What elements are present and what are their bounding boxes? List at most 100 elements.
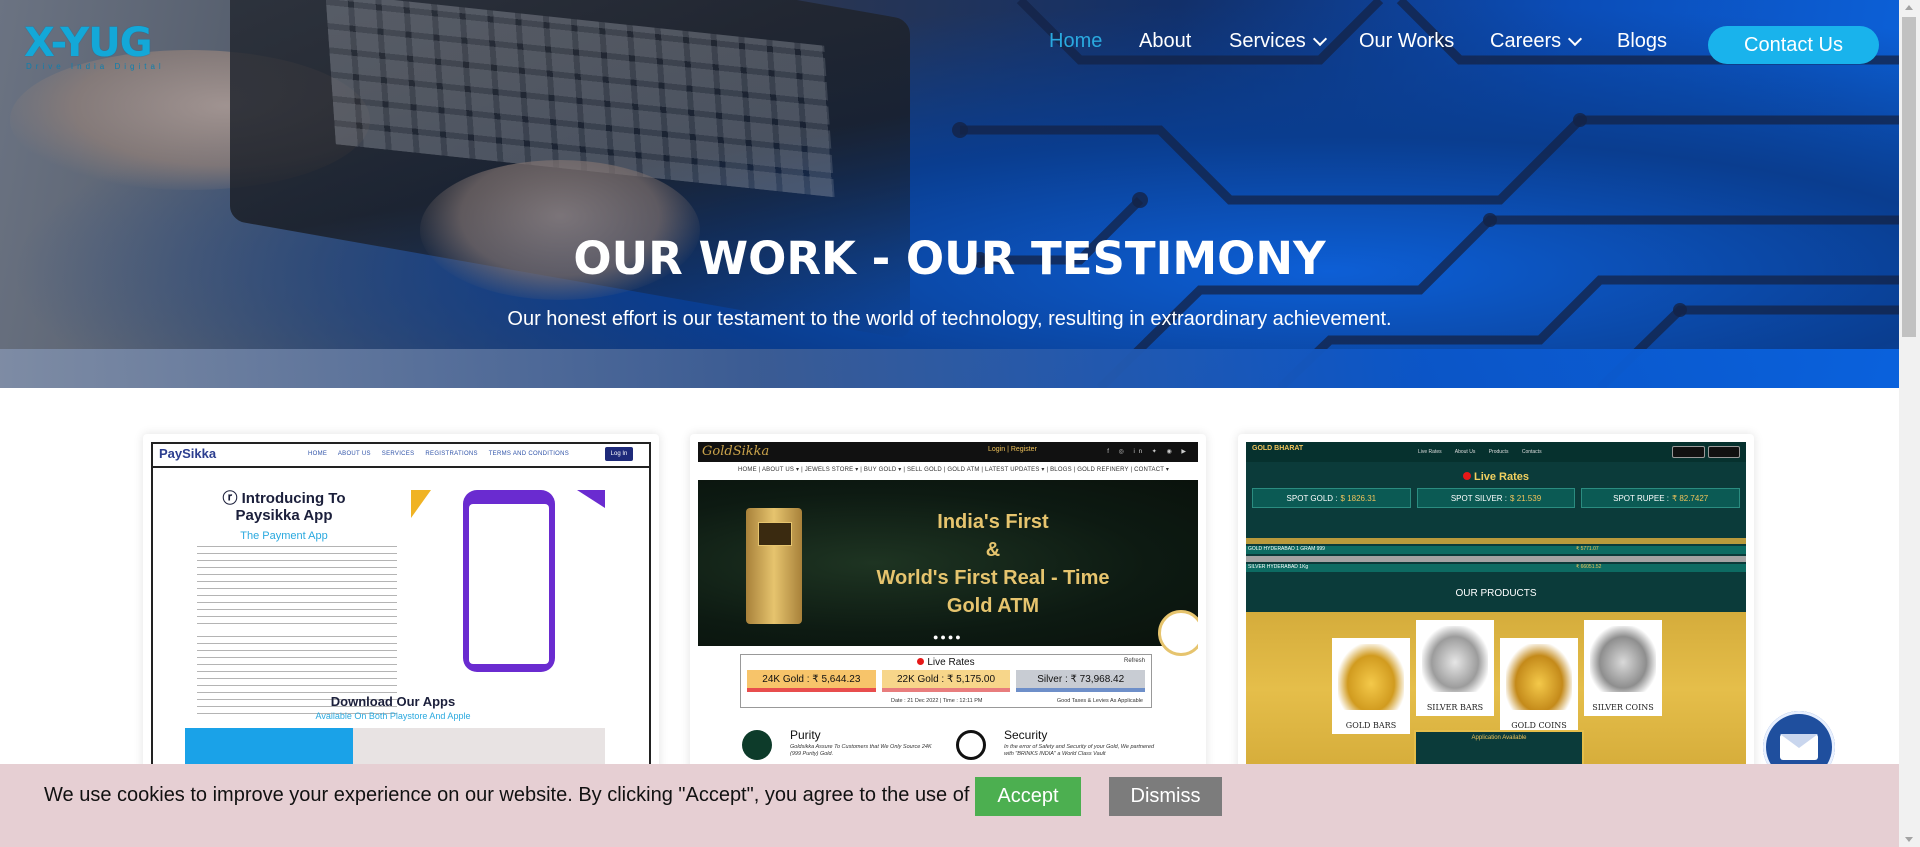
app-available-label: Application Available <box>1471 735 1527 741</box>
envelope-icon <box>1780 734 1818 760</box>
paysikka-subheading: The Payment App <box>240 530 328 542</box>
page-scrollbar[interactable] <box>1899 0 1920 847</box>
feature-title: Purity <box>790 728 821 742</box>
paysikka-heading-text: Introducing To Paysikka App <box>235 490 346 524</box>
hero-title: OUR WORK - OUR TESTIMONY <box>573 232 1326 285</box>
rate-24k: 24K Gold : ₹ 5,644.23 <box>747 670 876 692</box>
goldbharat-menu-item: Contacts <box>1521 449 1542 455</box>
silver-coins-image <box>1590 626 1656 692</box>
goldsikka-menu: HOME | ABOUT US ▾ | JEWELS STORE ▾ | BUY… <box>738 467 1170 473</box>
scroll-down-arrow-icon[interactable] <box>1905 837 1913 842</box>
nav-home[interactable]: Home <box>1049 30 1102 53</box>
spot-gold: SPOT GOLD : $ 1826.31 <box>1252 488 1411 508</box>
paysikka-body-text <box>197 546 397 630</box>
banner-line: Gold ATM <box>946 595 1040 617</box>
banner-line: World's First Real - Time <box>876 567 1110 589</box>
goldbharat-menu-item: Live Rates <box>1418 449 1442 455</box>
row-value: ₹ 5771.07 <box>1576 546 1599 552</box>
logo-tagline: Drive India Digital <box>26 62 165 71</box>
purity-icon <box>742 730 772 760</box>
social-icons: f ◎ in ✦ ◉ ▶ <box>1107 449 1190 455</box>
atm-screen <box>758 522 792 546</box>
spot-value: $ 1826.31 <box>1340 493 1377 503</box>
gold-coins-image <box>1506 644 1572 710</box>
nav-about[interactable]: About <box>1139 30 1191 53</box>
product-label: GOLD BARS <box>1345 721 1397 730</box>
goldbharat-menu-item: About Us <box>1454 449 1476 455</box>
dismiss-cookies-button[interactable]: Dismiss <box>1109 777 1222 816</box>
our-products-heading: OUR PRODUCTS <box>1455 588 1537 599</box>
hero-banner: OUR WORK - OUR TESTIMONY Our honest effo… <box>0 0 1899 388</box>
spot-label: SPOT GOLD : <box>1286 493 1338 503</box>
hero-bottom-band <box>0 349 1899 388</box>
paysikka-download-heading: Download Our Apps <box>330 694 456 709</box>
feature-text: In the error of Safety and Security of y… <box>1004 744 1155 757</box>
nav-careers[interactable]: Careers <box>1490 30 1583 53</box>
lock-icon <box>956 730 986 760</box>
feature-title: Security <box>1004 728 1048 742</box>
scroll-up-arrow-icon[interactable] <box>1905 5 1913 10</box>
goldsikka-live-rates: Live Rates Refresh 24K Gold : ₹ 5,644.23… <box>740 654 1152 708</box>
goldsikka-topbar: GoldSikka Login | Register f ◎ in ✦ ◉ ▶ <box>698 442 1198 462</box>
banner-line: & <box>985 539 1001 561</box>
paysikka-topbar: PaySikka HOME ABOUT US SERVICES REGISTRA… <box>153 444 649 468</box>
rate-taxes: Good Taxes & Levies As Applicable <box>1056 698 1143 704</box>
goldbharat-menu: Live Rates About Us Products Contacts <box>1418 449 1554 455</box>
app-store-badges <box>1672 446 1740 458</box>
banner-line: India's First <box>937 511 1049 533</box>
decor-triangle <box>411 490 431 518</box>
spot-rupee: SPOT RUPEE : ₹ 82.7427 <box>1581 488 1741 508</box>
nav-our-works-label: Our Works <box>1359 30 1455 52</box>
scrollbar-thumb[interactable] <box>1902 17 1916 337</box>
paysikka-available-text: Available On Both Playstore And Apple <box>315 711 471 721</box>
gold-bars-image <box>1338 644 1404 710</box>
logo-wordmark: X-YUG <box>24 20 153 66</box>
hear-from-us-icon <box>1158 610 1198 656</box>
feature-text: Goldsikka Assure To Customers that We On… <box>790 744 932 757</box>
cookie-banner: We use cookies to improve your experienc… <box>0 764 1899 847</box>
paysikka-menu-item: REGISTRATIONS <box>425 451 478 457</box>
product-label: SILVER BARS <box>1426 703 1484 712</box>
contact-us-button[interactable]: Contact Us <box>1708 26 1879 64</box>
spot-rates: SPOT GOLD : $ 1826.31 SPOT SILVER : $ 21.5… <box>1252 488 1741 508</box>
table-header-silver <box>1246 556 1746 562</box>
nav-our-works[interactable]: Our Works <box>1359 30 1454 53</box>
product-label: SILVER COINS <box>1592 703 1654 712</box>
decor-triangle <box>577 490 605 508</box>
live-rates-title: Live Rates <box>741 657 1151 668</box>
spot-label: SPOT SILVER : <box>1450 493 1508 503</box>
goldsikka-login-register: Login | Register <box>988 446 1037 453</box>
spot-value: $ 21.539 <box>1510 493 1542 503</box>
site-logo[interactable]: X-YUG Drive India Digital <box>24 20 170 72</box>
nav-blogs-label: Blogs <box>1617 30 1668 52</box>
accept-cookies-button[interactable]: Accept <box>975 777 1081 816</box>
cookie-message: We use cookies to improve your experienc… <box>44 784 1049 806</box>
goldbharat-menu-item: Products <box>1488 449 1509 455</box>
live-dot-icon <box>917 658 925 665</box>
nav-services[interactable]: Services <box>1229 30 1327 53</box>
nav-careers-label: Careers <box>1490 30 1562 52</box>
live-dot-icon <box>1462 472 1471 480</box>
product-label: GOLD COINS <box>1511 721 1567 730</box>
goldbharat-header: GOLD BHARAT Live Rates About Us Products… <box>1246 442 1746 462</box>
paysikka-menu-item: HOME <box>308 451 328 457</box>
goldsikka-banner-text: India's First & World's First Real - Tim… <box>868 508 1118 620</box>
refresh-link: Refresh <box>1123 658 1145 664</box>
product-silver-bars: SILVER BARS <box>1416 620 1494 716</box>
google-play-badge <box>1672 446 1705 458</box>
chevron-down-icon <box>1568 31 1583 47</box>
nav-blogs[interactable]: Blogs <box>1617 30 1667 53</box>
table-header-gold <box>1246 538 1746 544</box>
rate-silver: Silver : ₹ 73,968.42 <box>1016 670 1146 692</box>
table-row: GOLD HYDERABAD 1 GRAM 999 ₹ 5771.07 <box>1246 546 1746 554</box>
phone-screen <box>469 504 549 664</box>
gold-atm-image <box>746 508 802 624</box>
paysikka-menu-item: TERMS AND CONDITIONS <box>488 451 570 457</box>
spot-silver: SPOT SILVER : $ 21.539 <box>1416 488 1576 508</box>
carousel-dots: ●●●● <box>933 632 963 642</box>
paysikka-logo: PaySikka <box>159 446 217 461</box>
app-store-badge <box>1707 446 1740 458</box>
product-gold-bars: GOLD BARS <box>1332 638 1410 734</box>
goldsikka-banner: India's First & World's First Real - Tim… <box>698 480 1198 656</box>
live-rates-label: Live Rates <box>1473 471 1530 483</box>
